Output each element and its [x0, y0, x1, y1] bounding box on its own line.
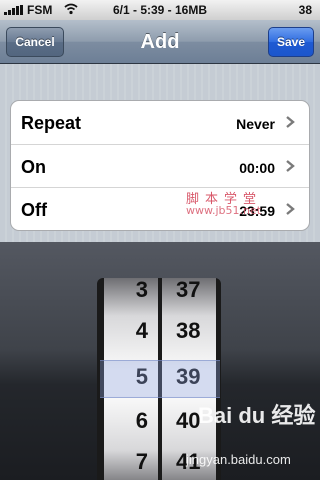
settings-content: Repeat Never On 00:00 Off 23:59 — [0, 64, 320, 242]
picker-selection-band — [100, 360, 220, 398]
on-row[interactable]: On 00:00 — [11, 145, 309, 189]
status-center-text: 6/1 - 5:39 - 16MB — [112, 3, 208, 17]
hour-option[interactable]: 7 — [104, 440, 158, 480]
status-bar: FSM 6/1 - 5:39 - 16MB 38 — [0, 0, 320, 20]
save-button[interactable]: Save — [268, 27, 314, 57]
hour-option[interactable]: 4 — [104, 309, 158, 353]
watermark-baidu: Bai du 经验 — [198, 403, 316, 428]
chevron-right-icon — [286, 116, 295, 128]
off-row[interactable]: Off 23:59 — [11, 188, 309, 230]
navigation-bar: Cancel Add Save — [0, 20, 320, 64]
row-label: Repeat — [21, 113, 82, 133]
watermark-baidu-url: jingyan.baidu.com — [186, 452, 291, 467]
minute-option[interactable]: 38 — [162, 309, 216, 353]
row-label: Off — [21, 200, 47, 221]
settings-group: Repeat Never On 00:00 Off 23:59 — [10, 100, 310, 231]
watermark-url: www.jb51.net — [186, 204, 262, 217]
row-value: 00:00 — [239, 159, 275, 176]
chevron-right-icon — [286, 203, 295, 216]
chevron-right-icon — [286, 159, 295, 172]
repeat-row[interactable]: Repeat Never — [11, 101, 309, 145]
minute-option[interactable]: 37 — [162, 278, 216, 312]
row-value: Never — [236, 116, 275, 132]
battery-level: 38 — [298, 3, 312, 17]
row-label: On — [21, 156, 46, 177]
hour-option[interactable]: 3 — [104, 278, 158, 312]
hour-option[interactable]: 6 — [104, 399, 158, 443]
